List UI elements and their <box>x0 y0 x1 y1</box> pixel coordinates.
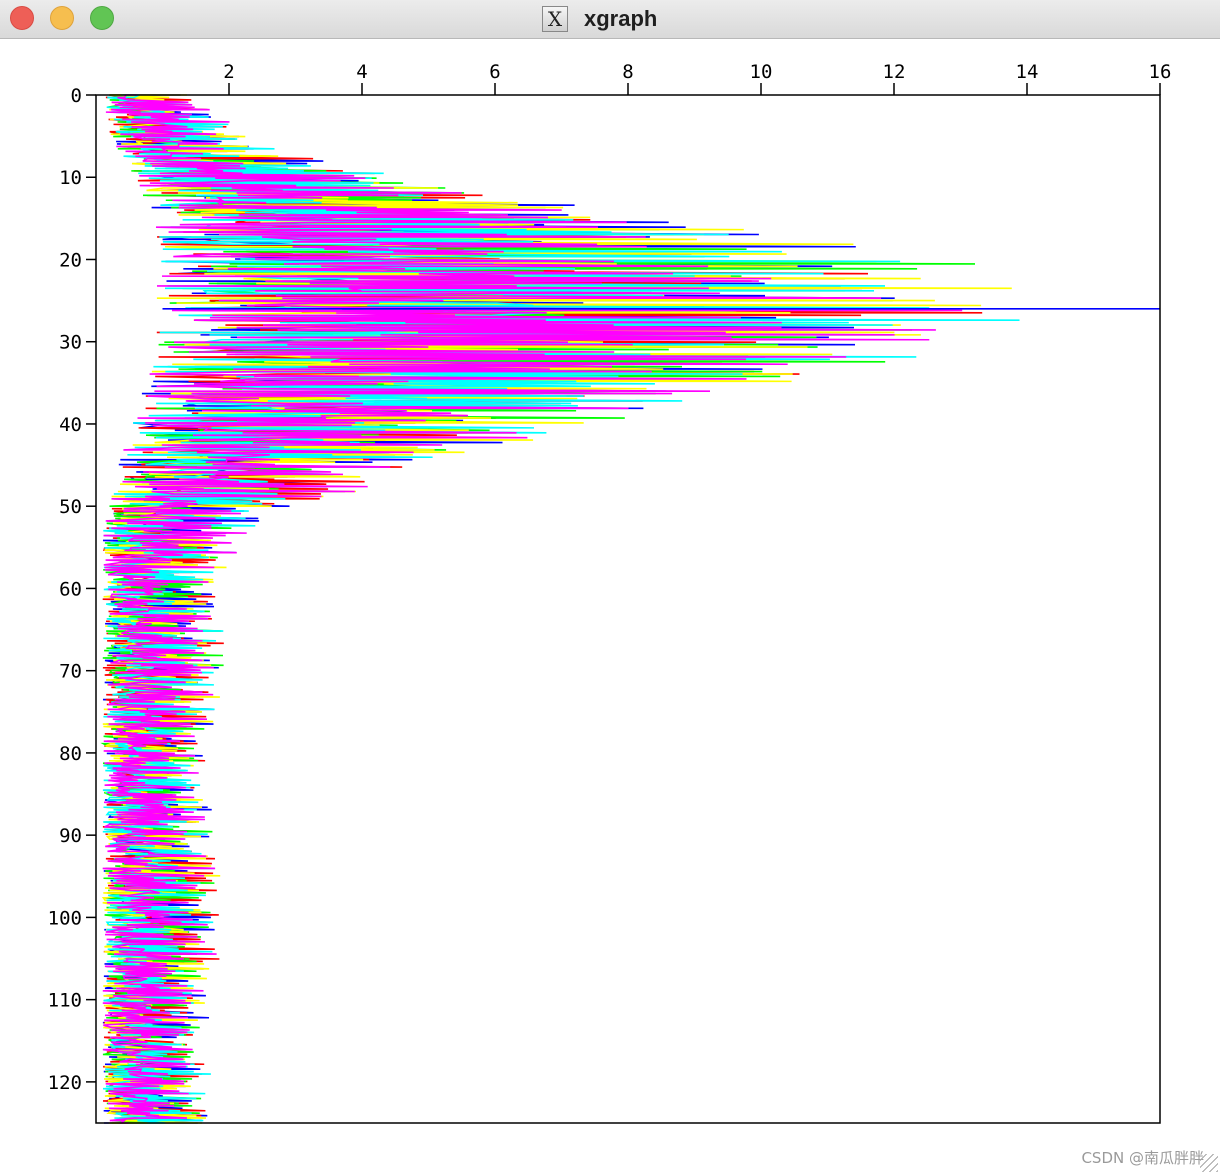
y-tick-label: 10 <box>59 167 82 189</box>
resize-grip[interactable] <box>1200 1154 1218 1172</box>
chart-series-group <box>100 94 1160 1124</box>
y-tick-label: 20 <box>59 249 82 271</box>
x-tick-label: 14 <box>1016 61 1039 83</box>
y-tick-label: 70 <box>59 661 82 683</box>
close-button[interactable] <box>10 6 34 30</box>
y-tick-label: 100 <box>48 907 82 929</box>
x-tick-label: 6 <box>489 61 500 83</box>
y-axis: 0 10 20 30 40 50 60 70 80 90 100 110 120 <box>48 85 96 1094</box>
y-tick-label: 60 <box>59 578 82 600</box>
zoom-button[interactable] <box>90 6 114 30</box>
y-tick-label: 80 <box>59 743 82 765</box>
x-axis: 2 4 6 8 10 12 14 16 <box>223 61 1171 95</box>
y-tick-label: 120 <box>48 1072 82 1094</box>
title-bar[interactable]: X xgraph <box>0 0 1220 39</box>
y-tick-label: 30 <box>59 332 82 354</box>
y-tick-label: 110 <box>48 990 82 1012</box>
x-tick-label: 8 <box>622 61 633 83</box>
y-tick-label: 40 <box>59 414 82 436</box>
y-tick-label: 0 <box>71 85 82 107</box>
x-window-icon: X <box>542 6 568 32</box>
window-title: xgraph <box>584 6 658 31</box>
minimize-button[interactable] <box>50 6 74 30</box>
y-tick-label: 50 <box>59 496 82 518</box>
x-tick-label: 12 <box>883 61 906 83</box>
chart-plot-area: 2 4 6 8 10 12 14 16 0 10 20 30 40 50 60 70 80 90 100 110 12… <box>48 61 1171 1124</box>
window-title-group: X xgraph <box>542 5 657 33</box>
x-tick-label: 16 <box>1149 61 1172 83</box>
x-tick-label: 10 <box>750 61 773 83</box>
x-tick-label: 4 <box>356 61 367 83</box>
xgraph-window: X xgraph 2 4 6 8 10 12 14 16 0 10 20 30 40 50 60 70 80 9… <box>0 0 1220 1174</box>
watermark: CSDN @南瓜胖胖 <box>1081 1149 1204 1167</box>
y-tick-label: 90 <box>59 825 82 847</box>
x-tick-label: 2 <box>223 61 234 83</box>
